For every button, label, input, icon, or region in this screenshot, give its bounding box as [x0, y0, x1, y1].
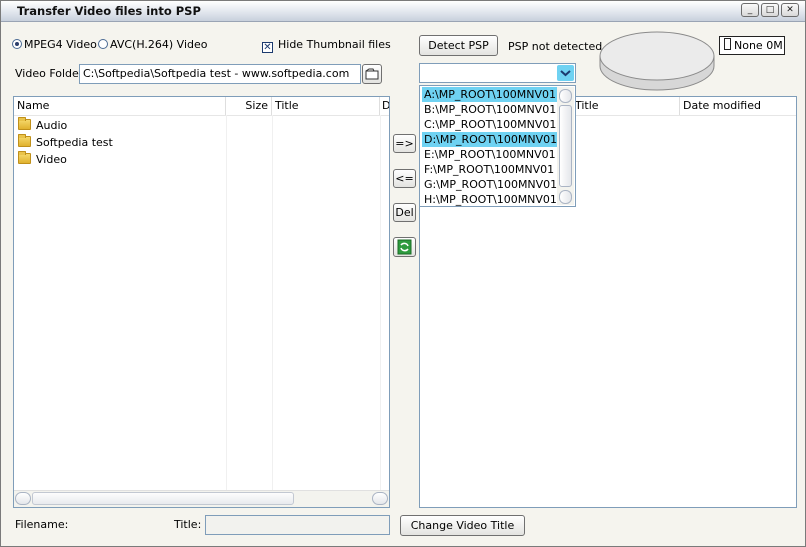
grid-divider	[380, 115, 381, 491]
grid-divider	[272, 115, 273, 491]
list-header: Name Size Title D	[14, 97, 389, 116]
refresh-icon	[397, 239, 412, 255]
list-item-label: Softpedia test	[36, 136, 113, 149]
dropdown-option[interactable]: F:\MP_ROOT\100MNV01	[422, 162, 557, 177]
folder-icon	[18, 151, 31, 164]
video-folder-input[interactable]: C:\Softpedia\Softpedia test - www.softpe…	[79, 64, 361, 84]
hide-thumbnail-label: Hide Thumbnail files	[278, 38, 391, 51]
column-header-title[interactable]: Title	[572, 97, 680, 115]
change-video-title-button[interactable]: Change Video Title	[400, 515, 525, 536]
minimize-button[interactable]: _	[741, 3, 759, 17]
list-item[interactable]: Video	[14, 151, 67, 168]
combo-arrow-button[interactable]	[557, 65, 574, 81]
dropdown-option[interactable]: G:\MP_ROOT\100MNV01	[422, 177, 557, 192]
filename-label: Filename:	[15, 518, 69, 531]
browse-folder-button[interactable]	[362, 64, 382, 84]
scroll-thumb[interactable]	[559, 105, 572, 187]
title-bar[interactable]: Transfer Video files into PSP _ □ ✕	[1, 1, 805, 22]
capacity-pie-chart	[599, 31, 715, 91]
dropdown-option[interactable]: C:\MP_ROOT\100MNV01	[422, 117, 557, 132]
drive-dropdown-list[interactable]: A:\MP_ROOT\100MNV01 B:\MP_ROOT\100MNV01 …	[419, 85, 576, 207]
copy-to-psp-button[interactable]: =>	[393, 134, 416, 153]
column-header-title[interactable]: Title	[272, 97, 380, 115]
folder-icon	[18, 117, 31, 130]
local-file-list[interactable]: Name Size Title D Audio Softpedia test V…	[13, 96, 390, 508]
copy-from-psp-button[interactable]: <=	[393, 169, 416, 188]
dropdown-option[interactable]: E:\MP_ROOT\100MNV01	[422, 147, 557, 162]
mpeg4-label: MPEG4 Video	[24, 38, 97, 51]
delete-button[interactable]: Del	[393, 203, 416, 222]
scroll-right-button[interactable]	[372, 492, 388, 505]
radio-unselected-icon	[98, 39, 108, 49]
title-label: Title:	[174, 518, 202, 531]
column-header-name[interactable]: Name	[14, 97, 226, 115]
close-button[interactable]: ✕	[781, 3, 799, 17]
grid-divider	[226, 115, 227, 491]
legend-swatch-icon	[724, 38, 731, 50]
psp-status: PSP not detected	[508, 40, 603, 53]
dropdown-scrollbar[interactable]	[557, 87, 574, 205]
open-folder-icon	[365, 68, 379, 80]
drive-combo[interactable]	[419, 63, 576, 83]
maximize-button[interactable]: □	[761, 3, 779, 17]
dropdown-option[interactable]: A:\MP_ROOT\100MNV01	[422, 87, 557, 102]
video-folder-label: Video Folder	[15, 67, 84, 80]
window-title: Transfer Video files into PSP	[17, 4, 201, 18]
folder-icon	[18, 134, 31, 147]
hide-thumbnail-checkbox[interactable]: ✕ Hide Thumbnail files	[262, 38, 391, 53]
capacity-value: None 0M	[734, 39, 783, 52]
title-input[interactable]	[205, 515, 390, 535]
avc-radio[interactable]: AVC(H.264) Video	[98, 38, 208, 51]
avc-label: AVC(H.264) Video	[110, 38, 208, 51]
detect-psp-button[interactable]: Detect PSP	[419, 35, 498, 56]
column-header-date[interactable]: Date modified	[680, 97, 796, 115]
mpeg4-radio[interactable]: MPEG4 Video	[12, 38, 97, 51]
list-item[interactable]: Softpedia test	[14, 134, 113, 151]
capacity-legend: None 0M	[719, 36, 785, 55]
dropdown-option[interactable]: B:\MP_ROOT\100MNV01	[422, 102, 557, 117]
app-window: Transfer Video files into PSP _ □ ✕ MPEG…	[0, 0, 806, 547]
scroll-down-button[interactable]	[559, 190, 572, 204]
scroll-thumb[interactable]	[32, 492, 294, 505]
chevron-down-icon	[560, 70, 571, 77]
column-header-size[interactable]: Size	[226, 97, 272, 115]
list-item-label: Video	[36, 153, 67, 166]
horizontal-scrollbar[interactable]	[14, 490, 389, 507]
checkbox-checked-icon: ✕	[262, 42, 273, 53]
column-header-date[interactable]: D	[380, 97, 389, 115]
scroll-up-button[interactable]	[559, 89, 572, 103]
dropdown-option[interactable]: D:\MP_ROOT\100MNV01	[422, 132, 557, 147]
dropdown-option[interactable]: H:\MP_ROOT\100MNV01	[422, 192, 557, 207]
radio-selected-icon	[12, 39, 22, 49]
list-item[interactable]: Audio	[14, 117, 67, 134]
list-item-label: Audio	[36, 119, 68, 132]
refresh-button[interactable]	[393, 237, 416, 257]
scroll-left-button[interactable]	[15, 492, 31, 505]
window-controls: _ □ ✕	[741, 3, 799, 17]
